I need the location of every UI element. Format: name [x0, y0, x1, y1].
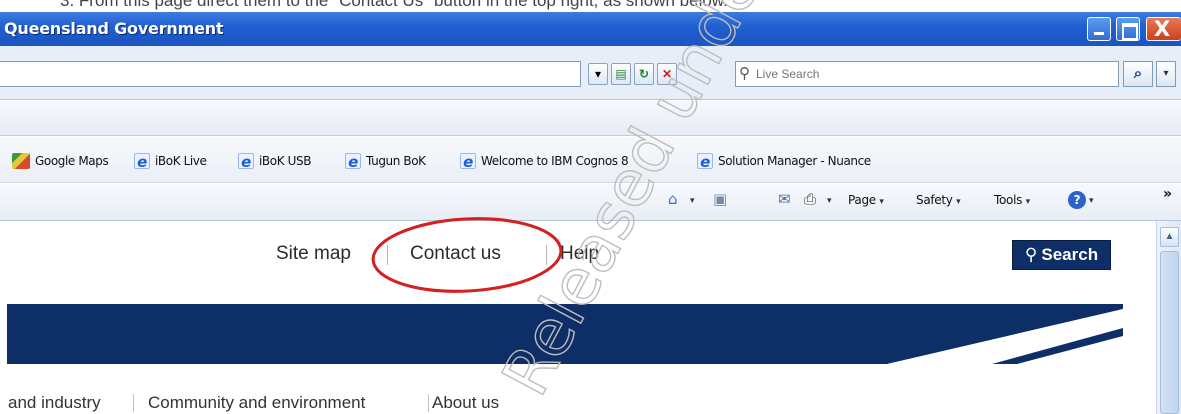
favorites-bar: Google Maps e iBoK Live e iBoK USB e Tug…: [0, 137, 1181, 183]
page-content: Site map Contact us Help ⚲ Search and ind…: [0, 221, 1156, 414]
page-icon: ▤: [615, 67, 627, 81]
refresh-icon: ↻: [638, 67, 650, 81]
print-icon[interactable]: ⎙: [804, 190, 816, 208]
nav-separator: [133, 394, 134, 412]
search-icon: ⚲: [739, 65, 750, 82]
site-map-link[interactable]: Site map: [276, 243, 351, 265]
favorite-label: Welcome to IBM Cognos 8: [481, 154, 629, 168]
instruction-text: 3. From this page direct them to the "Co…: [60, 0, 728, 10]
address-field[interactable]: [0, 61, 581, 87]
contact-us-link[interactable]: Contact us: [410, 243, 501, 265]
chevron-down-icon: ▾: [1163, 68, 1169, 79]
favorite-ibok-live[interactable]: e iBoK Live: [134, 152, 207, 170]
page-menu-label: Page: [848, 193, 876, 207]
chevron-down-icon[interactable]: ▾: [827, 196, 832, 206]
link-separator: [387, 245, 388, 265]
address-toolbar: ▾ ▤ ↻ ✕ ⚲ ⌕ ▾: [0, 46, 1181, 100]
chevron-down-icon: ▾: [879, 197, 884, 207]
scroll-thumb[interactable]: [1160, 251, 1179, 414]
ie-icon: e: [345, 153, 361, 170]
maximize-button[interactable]: [1116, 17, 1140, 41]
favorite-solution-manager[interactable]: e Solution Manager - Nuance: [697, 152, 871, 170]
close-button[interactable]: X: [1146, 17, 1181, 41]
site-search-label: Search: [1041, 245, 1099, 264]
site-search-button[interactable]: ⚲ Search: [1012, 240, 1111, 270]
site-search-input[interactable]: [606, 243, 1006, 269]
compatibility-button[interactable]: ▤: [611, 63, 631, 85]
chevron-down-icon[interactable]: ▾: [1089, 196, 1094, 206]
live-search-input[interactable]: [756, 65, 1106, 83]
chevron-down-icon: ▾: [594, 67, 602, 81]
chevron-down-icon: ▾: [1025, 197, 1031, 207]
ie-icon: e: [460, 153, 476, 170]
nav-community-environment[interactable]: Community and environment: [148, 393, 365, 413]
safety-menu-button[interactable]: Safety ▾: [916, 193, 961, 207]
favorite-label: Solution Manager - Nuance: [718, 154, 871, 168]
window-title-bar: Queensland Government X: [0, 12, 1181, 46]
command-bar: ⌂ ▾ ▣ ✉ ⎙ ▾ Page ▾ Safety ▾ Tools ▾ ? ▾ …: [0, 184, 1181, 221]
live-search-go-button[interactable]: ⌕: [1123, 61, 1153, 87]
close-icon: X: [1154, 17, 1171, 41]
favorite-ibm-cognos[interactable]: e Welcome to IBM Cognos 8: [460, 152, 629, 170]
vertical-scrollbar[interactable]: ▲: [1156, 221, 1181, 414]
chevron-down-icon[interactable]: ▾: [690, 196, 695, 206]
stop-button[interactable]: ✕: [657, 63, 677, 85]
favorite-tugun-bok[interactable]: e Tugun BoK: [345, 152, 426, 170]
help-icon[interactable]: ?: [1068, 191, 1086, 209]
chevron-down-icon: ▾: [956, 197, 961, 207]
page-menu-button[interactable]: Page ▾: [848, 193, 884, 207]
favorite-label: iBoK USB: [259, 154, 312, 168]
tools-menu-label: Tools: [994, 193, 1023, 207]
favorite-ibok-usb[interactable]: e iBoK USB: [238, 152, 311, 170]
feeds-icon[interactable]: ▣: [713, 190, 727, 208]
more-tools-icon[interactable]: »: [1163, 186, 1172, 202]
stop-icon: ✕: [661, 67, 673, 81]
google-maps-icon: [12, 153, 30, 169]
favorite-label: Google Maps: [35, 154, 109, 168]
document-instruction: 3. From this page direct them to the "Co…: [0, 0, 1181, 12]
refresh-button[interactable]: ↻: [634, 63, 654, 85]
nav-business-industry[interactable]: and industry: [8, 393, 101, 413]
ie-icon: e: [134, 153, 150, 170]
favorite-label: iBoK Live: [155, 154, 207, 168]
address-dropdown-button[interactable]: ▾: [588, 63, 608, 85]
window-title: Queensland Government: [4, 19, 224, 38]
menu-bar: [0, 101, 1181, 136]
help-link[interactable]: Help: [560, 243, 599, 265]
search-options-dropdown[interactable]: ▾: [1156, 61, 1176, 87]
minimize-button[interactable]: [1087, 17, 1111, 41]
safety-menu-label: Safety: [916, 193, 953, 207]
ie-icon: e: [697, 153, 713, 170]
nav-about-us[interactable]: About us: [432, 393, 499, 413]
search-icon: ⚲: [1024, 245, 1038, 264]
ie-icon: e: [238, 153, 254, 170]
tools-menu-button[interactable]: Tools ▾: [994, 193, 1030, 207]
live-search-box[interactable]: ⚲: [735, 61, 1119, 87]
favorite-label: Tugun BoK: [366, 154, 426, 168]
favorite-google-maps[interactable]: Google Maps: [12, 152, 109, 170]
link-separator: [546, 245, 547, 265]
home-icon[interactable]: ⌂: [668, 190, 678, 208]
site-banner: [7, 304, 1123, 364]
search-icon: ⌕: [1133, 65, 1143, 82]
scroll-up-button[interactable]: ▲: [1160, 227, 1179, 247]
nav-separator: [428, 394, 429, 412]
read-mail-icon[interactable]: ✉: [778, 190, 791, 208]
